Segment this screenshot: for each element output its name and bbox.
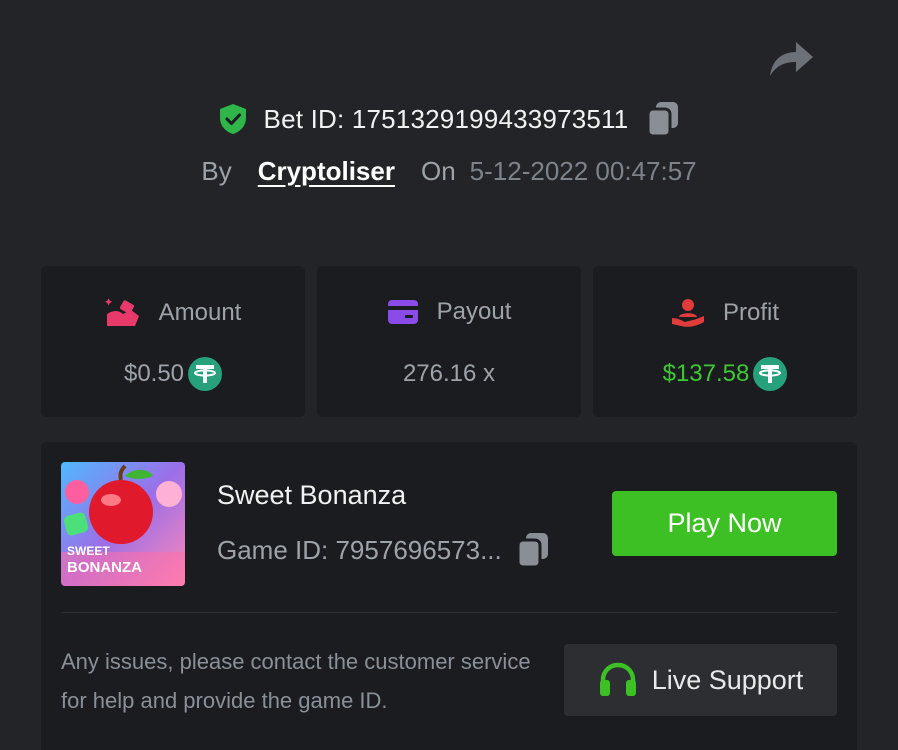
verified-shield-icon [219,104,246,134]
amount-value: $0.50 [123,360,185,387]
by-label: By [201,155,232,186]
tether-icon [188,357,223,391]
live-support-button[interactable]: Live Support [564,644,837,716]
payout-card: Payout 276.16 x [317,266,581,417]
payout-label: Payout [436,298,512,325]
copy-icon[interactable] [516,532,550,568]
coins-hand-icon [104,298,139,326]
copy-icon[interactable] [646,101,680,137]
bet-datetime: 5-12-2022 00:47:57 [469,155,697,186]
amount-card: Amount $0.50 [41,266,305,417]
bet-id-row: Bet ID: 1751329199433973511 [0,100,898,138]
payout-value: 276.16 x [402,360,496,387]
play-now-button[interactable]: Play Now [612,491,837,556]
profit-card: Profit $137.58 [593,266,857,417]
profit-label: Profit [722,299,779,326]
thumb-label-1: SWEET [67,544,110,558]
bet-meta-row: By Cryptoliser On 5-12-2022 00:47:57 [0,152,898,190]
hand-user-icon [671,299,704,327]
live-support-label: Live Support [651,664,804,695]
tether-icon [753,357,788,391]
on-label: On [420,155,456,186]
amount-label: Amount [158,299,242,326]
username-link[interactable]: Cryptoliser [258,156,395,187]
game-id: Game ID: 7957696573... [217,534,502,565]
bet-id: Bet ID: 1751329199433973511 [263,103,629,134]
headset-icon [599,662,636,696]
game-card: SWEET BONANZA Sweet Bonanza Game ID: 795… [41,442,857,750]
profit-value: $137.58 [662,360,750,387]
help-text: Any issues, please contact the customer … [61,649,531,713]
wallet-card-icon [387,300,418,324]
share-icon[interactable] [768,38,814,78]
thumb-label-2: BONANZA [67,559,142,576]
game-title: Sweet Bonanza [217,480,407,510]
divider [61,612,837,613]
